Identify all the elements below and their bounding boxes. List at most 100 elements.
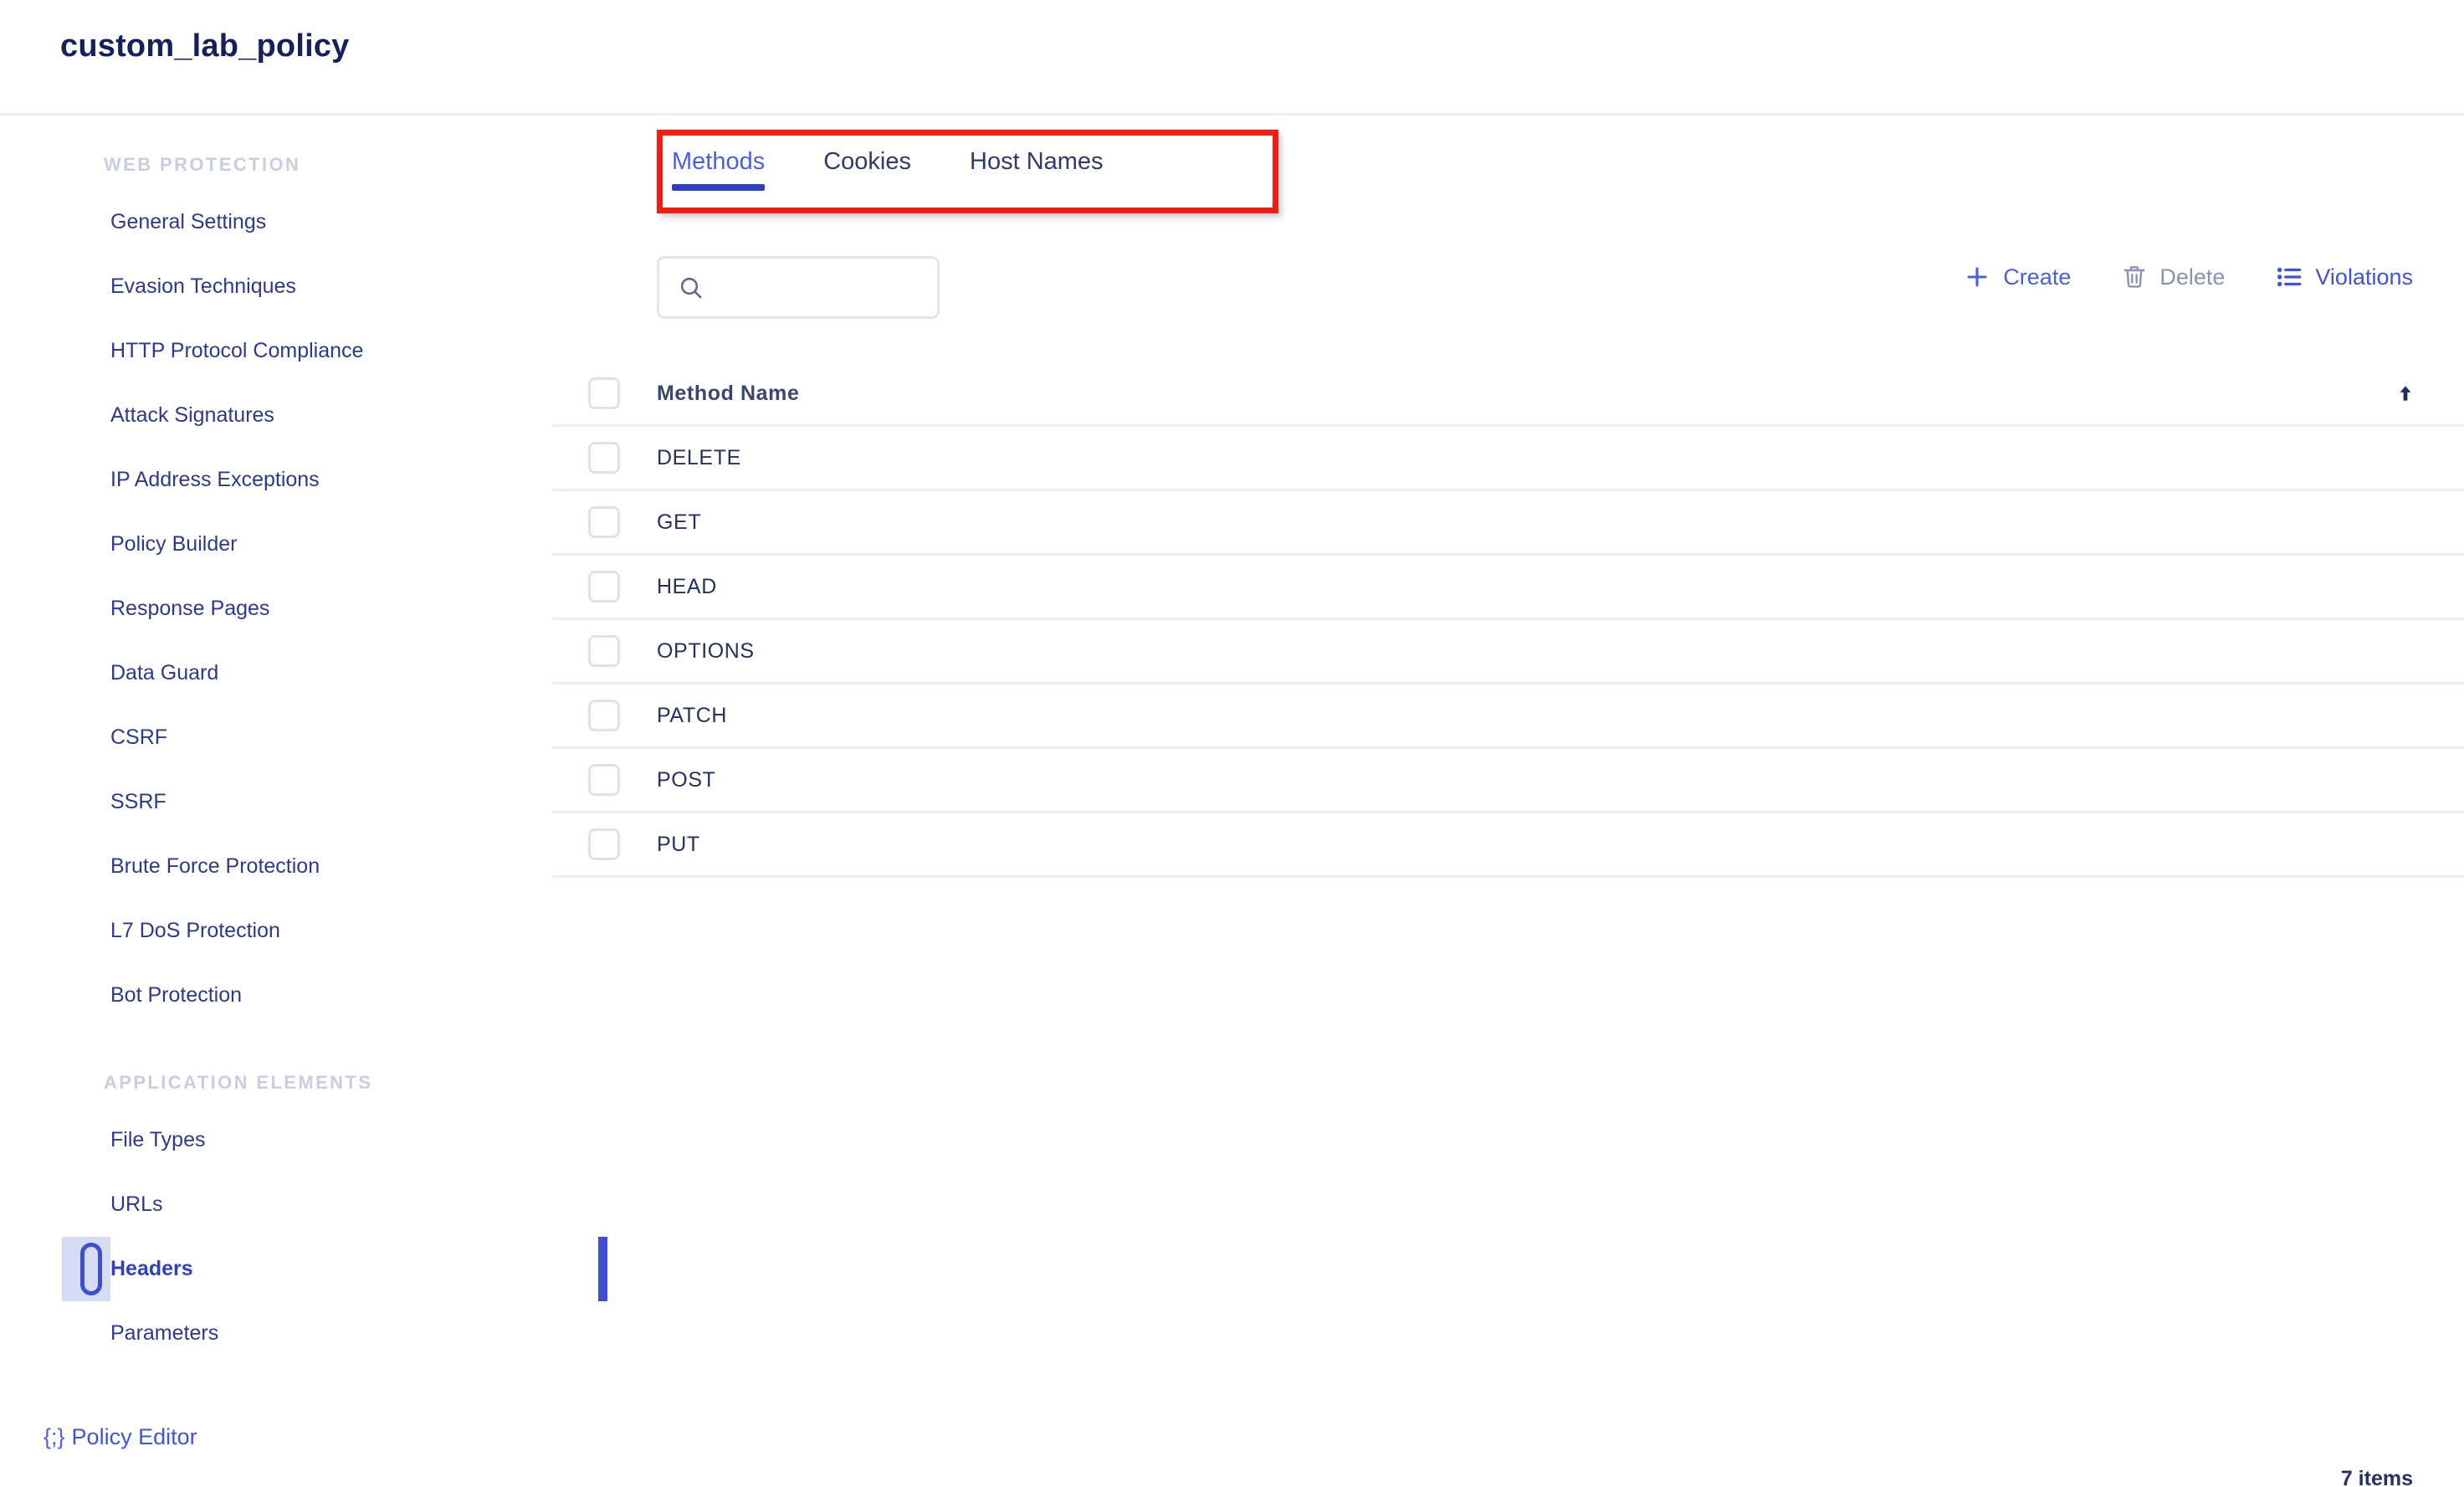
table-header-row: Method Name <box>552 362 2464 427</box>
sidebar-item-ssrf[interactable]: SSRF <box>0 770 552 834</box>
table-row[interactable]: POST <box>552 749 2464 813</box>
sidebar-item-l7-dos-protection[interactable]: L7 DoS Protection <box>0 899 552 963</box>
methods-table: Method Name DELETE GET HEAD OPTIONS PATC… <box>552 362 2464 878</box>
row-select-cell <box>552 828 657 860</box>
cell-method-name: POST <box>657 767 716 792</box>
sidebar-item-headers[interactable]: Headers <box>62 1237 607 1301</box>
table-row[interactable]: OPTIONS <box>552 620 2464 685</box>
row-select-cell <box>552 571 657 602</box>
sidebar-item-label: Policy Builder <box>110 532 238 556</box>
sidebar-item-data-guard[interactable]: Data Guard <box>0 641 552 705</box>
tabbar-container: Methods Cookies Host Names <box>657 130 1278 213</box>
tab-host-names[interactable]: Host Names <box>970 140 1104 191</box>
create-button[interactable]: Create <box>1963 263 2071 291</box>
sidebar-item-label: Brute Force Protection <box>110 854 320 878</box>
code-braces-icon: {;} <box>44 1424 65 1449</box>
search-box[interactable] <box>657 256 940 319</box>
row-select-cell <box>552 442 657 474</box>
tab-cookies[interactable]: Cookies <box>823 140 911 191</box>
sidebar-item-label: HTTP Protocol Compliance <box>110 339 364 362</box>
sidebar-item-label: Response Pages <box>110 597 270 620</box>
sidebar-item-bot-protection[interactable]: Bot Protection <box>0 963 552 1028</box>
sidebar-item-label: SSRF <box>110 790 166 813</box>
list-icon <box>2275 263 2303 291</box>
row-checkbox[interactable] <box>588 828 620 860</box>
search-icon <box>678 274 704 301</box>
row-checkbox[interactable] <box>588 764 620 796</box>
sidebar-item-label: CSRF <box>110 726 168 749</box>
row-checkbox[interactable] <box>588 700 620 731</box>
cell-method-name: PATCH <box>657 703 728 727</box>
tab-list: Methods Cookies Host Names <box>672 140 1162 207</box>
sidebar-item-brute-force-protection[interactable]: Brute Force Protection <box>0 834 552 899</box>
sidebar-item-label: L7 DoS Protection <box>110 919 280 942</box>
sidebar-item-label: Bot Protection <box>110 983 243 1007</box>
row-select-cell <box>552 700 657 731</box>
delete-button[interactable]: Delete <box>2121 264 2225 290</box>
trash-icon <box>2121 264 2148 290</box>
sidebar-item-attack-signatures[interactable]: Attack Signatures <box>0 383 552 448</box>
sidebar-item-label: Data Guard <box>110 661 219 685</box>
cell-method-name: DELETE <box>657 445 741 469</box>
focus-ring <box>80 1243 102 1295</box>
table-row[interactable]: DELETE <box>552 427 2464 491</box>
table-row[interactable]: PUT <box>552 813 2464 878</box>
table-toolbar: Create Delete Violations <box>552 256 2464 323</box>
select-all-checkbox[interactable] <box>588 377 620 409</box>
main-content: Methods Cookies Host Names Create Delete… <box>552 118 2464 1487</box>
sidebar-item-csrf[interactable]: CSRF <box>0 705 552 770</box>
row-checkbox[interactable] <box>588 635 620 667</box>
sidebar-group-label-application-elements: APPLICATION ELEMENTS <box>104 1072 373 1093</box>
row-checkbox[interactable] <box>588 506 620 538</box>
page-header: custom_lab_policy <box>0 0 2464 115</box>
column-header-method-name[interactable]: Method Name <box>657 382 800 406</box>
tab-label: Host Names <box>970 148 1104 175</box>
sidebar-item-file-types[interactable]: File Types <box>0 1108 552 1172</box>
row-select-cell <box>552 506 657 538</box>
sidebar-item-label: URLs <box>110 1192 163 1216</box>
sidebar-item-policy-builder[interactable]: Policy Builder <box>0 512 552 577</box>
sidebar-item-label: IP Address Exceptions <box>110 468 320 491</box>
sidebar-navigation: WEB PROTECTION General Settings Evasion … <box>0 118 607 1487</box>
select-all-cell <box>552 377 657 409</box>
policy-editor-link[interactable]: {;} Policy Editor <box>44 1424 197 1450</box>
policy-editor-label: Policy Editor <box>71 1424 197 1449</box>
cell-method-name: HEAD <box>657 574 717 598</box>
sidebar-item-label: Parameters <box>110 1321 219 1345</box>
sidebar-item-label: Evasion Techniques <box>110 274 296 298</box>
row-select-cell <box>552 764 657 796</box>
cell-method-name: GET <box>657 510 702 534</box>
cell-method-name: OPTIONS <box>657 638 755 663</box>
arrow-up-icon <box>2400 386 2411 401</box>
sidebar-item-parameters[interactable]: Parameters <box>0 1301 552 1366</box>
sidebar-group-label-web-protection: WEB PROTECTION <box>104 154 301 175</box>
sidebar-item-label: Headers <box>110 1257 193 1280</box>
sidebar-item-http-protocol-compliance[interactable]: HTTP Protocol Compliance <box>0 319 552 383</box>
item-count-label: 7 items <box>2340 1467 2413 1487</box>
search-input[interactable] <box>716 274 925 300</box>
violations-button[interactable]: Violations <box>2275 263 2413 291</box>
policy-configuration-page: custom_lab_policy WEB PROTECTION General… <box>0 0 2464 1487</box>
sidebar-item-label: Attack Signatures <box>110 403 274 427</box>
row-checkbox[interactable] <box>588 442 620 474</box>
sidebar-item-label: File Types <box>110 1128 206 1151</box>
row-select-cell <box>552 635 657 667</box>
sidebar-item-evasion-techniques[interactable]: Evasion Techniques <box>0 254 552 319</box>
table-row[interactable]: HEAD <box>552 556 2464 620</box>
sidebar-item-general-settings[interactable]: General Settings <box>0 190 552 254</box>
tab-label: Cookies <box>823 148 912 175</box>
sidebar-item-urls[interactable]: URLs <box>0 1172 552 1237</box>
tab-label: Methods <box>672 148 766 175</box>
sidebar-item-response-pages[interactable]: Response Pages <box>0 577 552 641</box>
row-checkbox[interactable] <box>588 571 620 602</box>
sidebar-item-label: General Settings <box>110 210 267 233</box>
tab-methods[interactable]: Methods <box>672 140 766 191</box>
create-label: Create <box>2003 264 2072 290</box>
cell-method-name: PUT <box>657 832 700 856</box>
plus-icon <box>1963 263 1991 291</box>
sidebar-item-ip-address-exceptions[interactable]: IP Address Exceptions <box>0 448 552 512</box>
page-title: custom_lab_policy <box>60 28 350 64</box>
table-row[interactable]: PATCH <box>552 685 2464 749</box>
table-row[interactable]: GET <box>552 491 2464 556</box>
sort-indicator[interactable] <box>2395 382 2464 404</box>
